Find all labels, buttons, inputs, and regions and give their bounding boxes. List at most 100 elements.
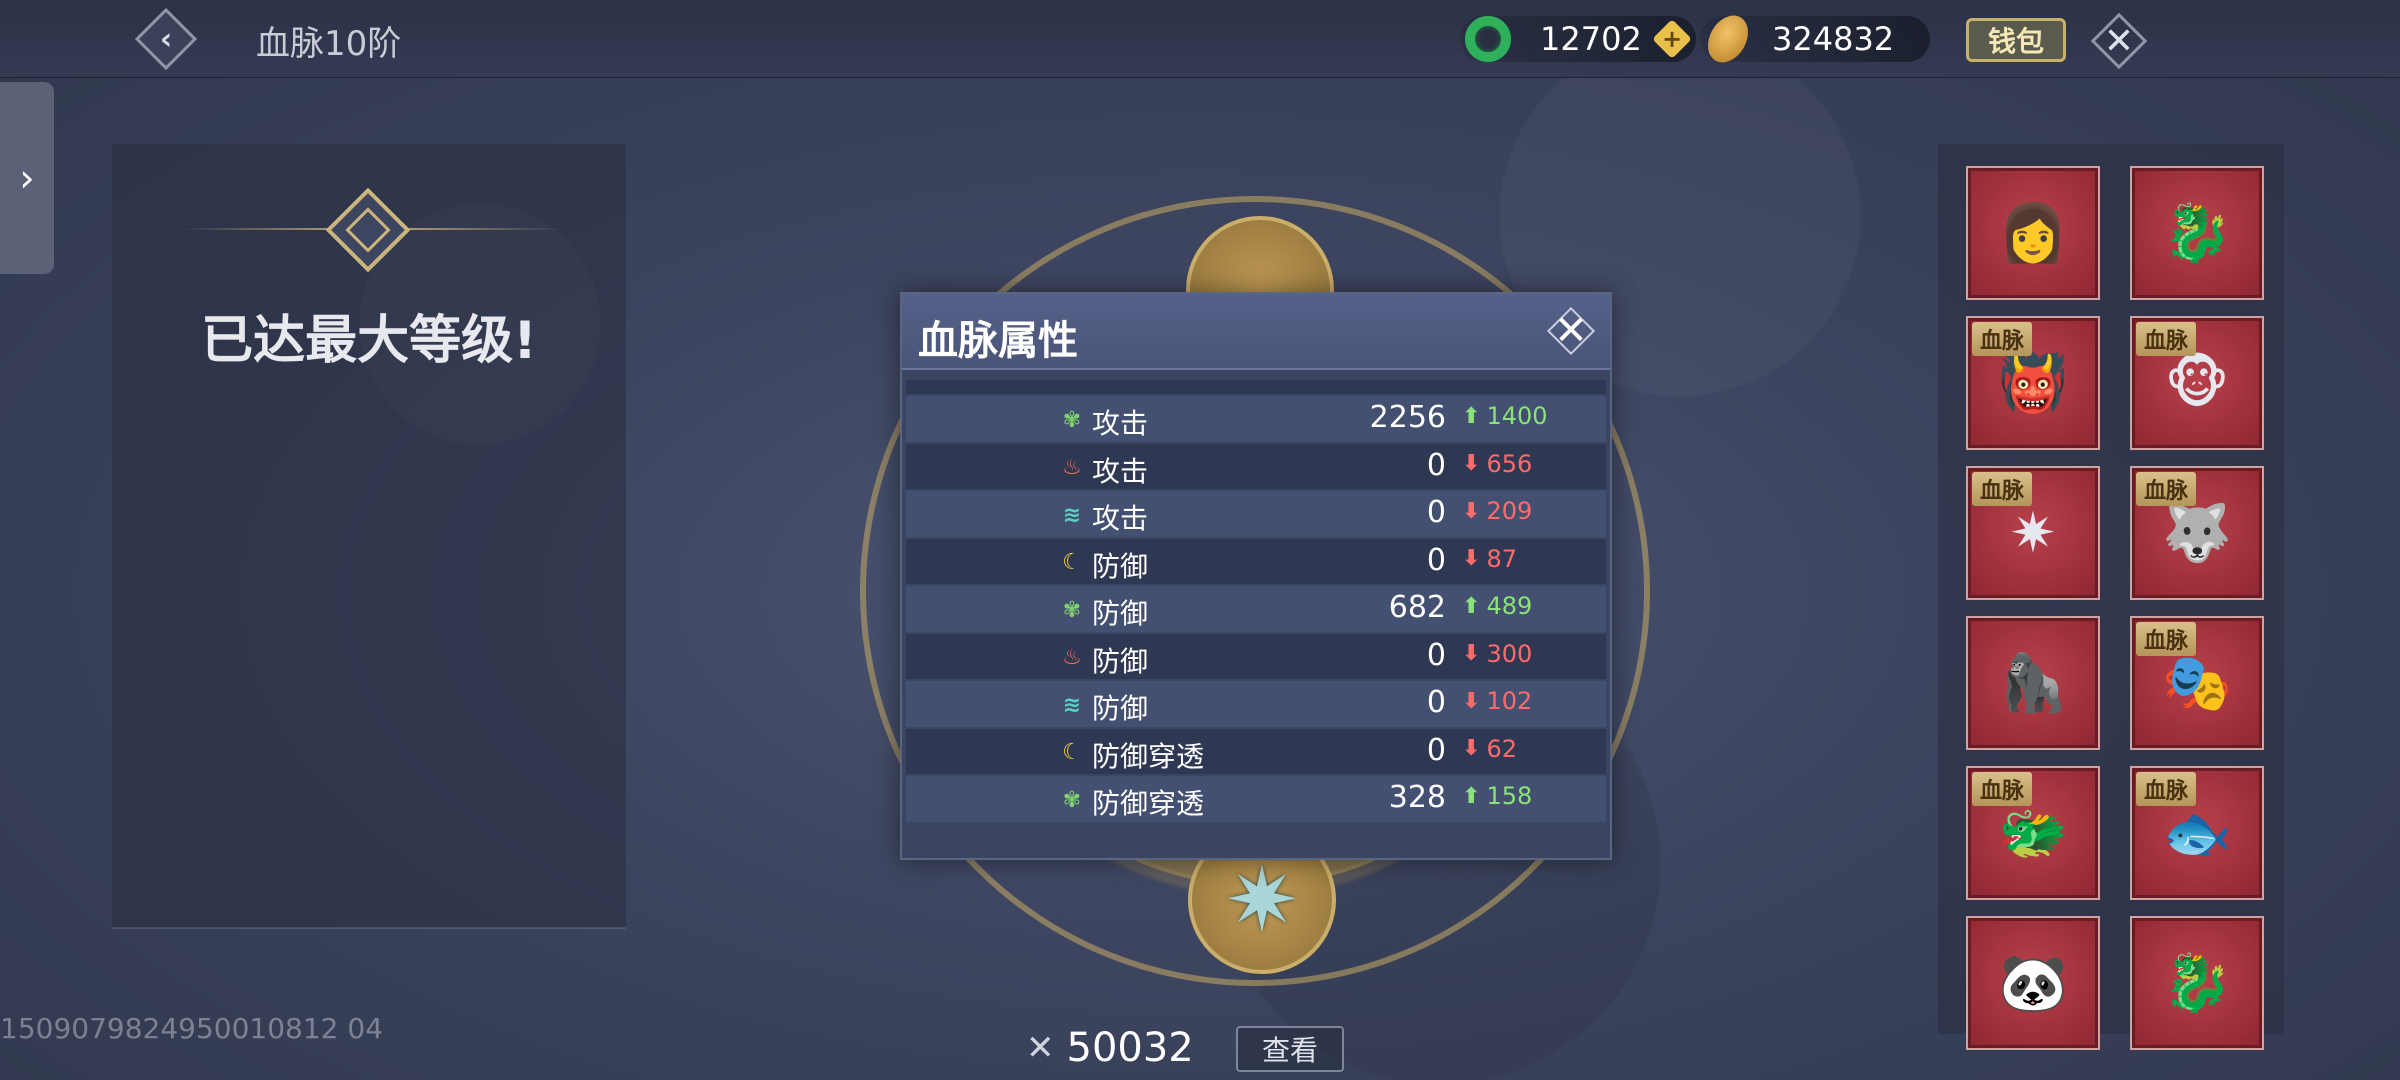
arrow-down-icon: ⬇ (1462, 546, 1481, 571)
bloodline-tag: 血脉 (1972, 472, 2033, 506)
attribute-row: ✾ 防御 682 ⬆ 489 (906, 586, 1606, 632)
attribute-name: 攻击 (1092, 454, 1149, 488)
left-info-panel: 已达最大等级! (112, 144, 626, 928)
beast-card[interactable]: 🐼 (1966, 916, 2100, 1050)
attribute-diff-value: 209 (1486, 497, 1533, 525)
chevron-left-icon: ‹ (159, 21, 173, 57)
attribute-row: ☾ 防御 0 ⬇ 87 (906, 538, 1606, 584)
attribute-diff: ⬇ 87 (1462, 545, 1517, 573)
attribute-row: ≋ 攻击 0 ⬇ 209 (906, 491, 1606, 537)
wind-element-icon: ≋ (1062, 692, 1082, 718)
attribute-diff: ⬆ 1400 (1462, 402, 1548, 430)
attribute-value: 682 (1388, 590, 1446, 625)
attribute-value: 0 (1426, 542, 1446, 578)
attribute-value: 0 (1426, 732, 1446, 768)
fire-element-icon: ♨ (1062, 455, 1082, 480)
attribute-diff: ⬇ 656 (1462, 450, 1532, 478)
close-button[interactable]: ✕ (2090, 12, 2148, 70)
beast-card[interactable]: 👹 血脉 (1966, 316, 2100, 450)
attribute-name: 攻击 (1092, 407, 1149, 440)
attribute-value: 328 (1388, 780, 1446, 815)
beast-card[interactable]: 🎭 血脉 (2130, 616, 2264, 750)
wind-element-icon: ≋ (1062, 502, 1082, 528)
arrow-up-icon: ⬆ (1462, 593, 1481, 619)
page-title: 血脉10阶 (256, 24, 402, 64)
attribute-row: ≋ 防御 0 ⬇ 102 (906, 681, 1606, 727)
attribute-name: 攻击 (1092, 502, 1149, 535)
jade-amount: 12702 (1540, 20, 1642, 58)
attribute-diff-value: 489 (1486, 592, 1533, 620)
bloodline-tag: 血脉 (1972, 772, 2033, 806)
beast-card[interactable]: 🐉 (2130, 916, 2264, 1050)
wood-element-icon: ✾ (1062, 787, 1082, 813)
attribute-row: ✾ 防御穿透 328 ⬆ 158 (906, 776, 1606, 822)
max-level-text: 已达最大等级! (201, 311, 537, 371)
bloodline-tag: 血脉 (2136, 322, 2197, 356)
crossed-swords-icon: ✕ (1026, 1028, 1055, 1068)
arrow-down-icon: ⬇ (1462, 736, 1481, 761)
attribute-name: 防御穿透 (1092, 739, 1205, 773)
attribute-name: 防御 (1092, 597, 1149, 630)
attribute-value: 2256 (1369, 400, 1446, 435)
attribute-diff: ⬆ 489 (1462, 592, 1532, 620)
coin-currency: 324832 (1699, 8, 1930, 70)
top-bar: ‹ 血脉10阶 12702 + 324832 钱包 ✕ (0, 0, 2400, 78)
attribute-diff: ⬇ 62 (1462, 735, 1517, 763)
attribute-value: 0 (1426, 495, 1446, 530)
attribute-row: ☾ 防御穿透 0 ⬇ 62 (906, 728, 1606, 774)
attribute-diff: ⬆ 158 (1462, 782, 1532, 810)
combat-power-value: 50032 (1066, 1025, 1194, 1071)
attribute-row: ♨ 防御 0 ⬇ 300 (906, 633, 1606, 679)
wood-element-icon: ✾ (1062, 597, 1082, 623)
arrow-down-icon: ⬇ (1462, 688, 1481, 714)
attribute-row: ♨ 攻击 0 ⬇ 656 (906, 443, 1606, 489)
bloodline-tag: 血脉 (2136, 622, 2197, 656)
popup-header: 血脉属性 ✕ (902, 294, 1610, 370)
wallet-button[interactable]: 钱包 (1966, 18, 2066, 62)
beast-card[interactable]: ✷ 血脉 (1966, 466, 2100, 600)
attribute-diff-value: 62 (1486, 734, 1517, 763)
fire-element-icon: ♨ (1062, 645, 1082, 670)
jade-currency: 12702 + (1460, 16, 1696, 62)
bloodline-tag: 血脉 (2136, 472, 2197, 506)
add-currency-icon[interactable]: + (1652, 19, 1692, 59)
side-expand-tab[interactable]: › (0, 82, 54, 274)
attribute-value: 0 (1426, 447, 1446, 483)
beast-card[interactable]: 🐟 血脉 (2130, 766, 2264, 900)
popup-close-button[interactable]: ✕ (1546, 306, 1596, 356)
arrow-down-icon: ⬇ (1462, 641, 1481, 666)
attribute-list[interactable]: ✾ 攻击 2256 ⬆ 1400 ♨ 攻击 0 ⬇ 656 ≋ 攻击 0 ⬇ 209 ☾ 防御 0 ⬇ 87 ✾ 防御 68… (906, 380, 1606, 852)
chevron-right-icon: › (19, 156, 35, 200)
bloodline-attributes-popup: 血脉属性 ✕ ✾ 攻击 2256 ⬆ 1400 ♨ 攻击 0 ⬇ 656 ≋ 攻击 0 ⬇ 209 ☾ 防御 0 ⬇… (900, 292, 1612, 860)
attribute-diff-value: 300 (1486, 639, 1533, 668)
arrow-up-icon: ⬆ (1462, 403, 1481, 429)
beast-card[interactable]: 🐲 血脉 (1966, 766, 2100, 900)
back-button[interactable]: ‹ (128, 7, 204, 71)
user-id: 1509079824950010812 04 (0, 1012, 384, 1045)
panda-icon: 🐼 (1998, 951, 2068, 1016)
bloodline-tag: 血脉 (1972, 322, 2033, 356)
beast-card[interactable]: 🐉 (2130, 166, 2264, 300)
arrow-up-icon: ⬆ (1462, 783, 1481, 809)
close-icon: ✕ (1554, 308, 1588, 354)
level-emblem-icon (325, 187, 411, 273)
moon-element-icon: ☾ (1062, 740, 1082, 765)
beast-card[interactable]: 🦍 (1966, 616, 2100, 750)
moon-element-icon: ☾ (1062, 550, 1082, 575)
attribute-name: 防御 (1092, 549, 1149, 583)
starfish-icon: ✷ (1224, 847, 1300, 953)
attribute-name: 防御 (1092, 644, 1149, 678)
coin-icon (1699, 8, 1757, 70)
beast-card[interactable]: 🐺 血脉 (2130, 466, 2264, 600)
wood-element-icon: ✾ (1062, 407, 1082, 433)
beast-card[interactable]: 👩 (1966, 166, 2100, 300)
beast-card[interactable]: 🐵 血脉 (2130, 316, 2264, 450)
view-button[interactable]: 查看 (1236, 1026, 1344, 1072)
dragon-icon: 🐉 (2162, 201, 2232, 266)
attribute-name: 防御 (1092, 692, 1149, 725)
attribute-diff-value: 158 (1486, 782, 1533, 810)
arrow-down-icon: ⬇ (1462, 451, 1481, 476)
attribute-value: 0 (1426, 637, 1446, 673)
attribute-row-partial (906, 380, 1606, 394)
bloodline-tag: 血脉 (2136, 772, 2197, 806)
